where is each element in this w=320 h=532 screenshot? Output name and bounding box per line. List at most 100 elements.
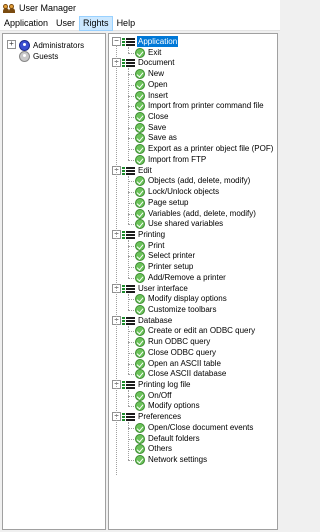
- checkmark-icon[interactable]: [135, 197, 145, 208]
- right-item[interactable]: Customize toolbars: [147, 304, 217, 315]
- right-item[interactable]: Save: [147, 122, 167, 133]
- right-item[interactable]: Open/Close document events: [147, 422, 254, 433]
- checkmark-icon[interactable]: [135, 187, 145, 198]
- right-item[interactable]: Lock/Unlock objects: [147, 186, 220, 197]
- right-item[interactable]: Add/Remove a printer: [147, 272, 227, 283]
- right-item[interactable]: Page setup: [147, 197, 189, 208]
- checkmark-icon[interactable]: [135, 358, 145, 369]
- right-item[interactable]: Close ODBC query: [147, 347, 217, 358]
- right-item[interactable]: Run ODBC query: [147, 336, 211, 347]
- checkmark-icon[interactable]: [135, 240, 145, 251]
- tree-connector: [128, 267, 134, 269]
- right-item-label: Others: [148, 444, 173, 454]
- rights-group-preferences[interactable]: Preferences: [137, 411, 182, 422]
- rights-group-database[interactable]: Database: [137, 315, 173, 326]
- checkmark-icon[interactable]: [135, 112, 145, 123]
- menu-help[interactable]: Help: [113, 16, 140, 31]
- right-item[interactable]: Import from printer command file: [147, 100, 265, 111]
- checkmark-icon[interactable]: [135, 347, 145, 358]
- checkmark-icon[interactable]: [135, 390, 145, 401]
- right-item[interactable]: Modify options: [147, 400, 201, 411]
- rights-group-label: Database: [138, 315, 173, 325]
- user-guest[interactable]: Guests: [32, 51, 59, 62]
- right-item[interactable]: Create or edit an ODBC query: [147, 325, 256, 336]
- right-item[interactable]: Export as a printer object file (POF): [147, 143, 274, 154]
- right-item[interactable]: Default folders: [147, 433, 201, 444]
- right-item[interactable]: Open an ASCII table: [147, 358, 222, 369]
- checkmark-icon[interactable]: [135, 101, 145, 112]
- checkmark-icon[interactable]: [135, 219, 145, 230]
- rights-group-printing[interactable]: Printing: [137, 229, 166, 240]
- checkmark-icon[interactable]: [135, 154, 145, 165]
- right-item[interactable]: Exit: [147, 47, 162, 58]
- checkmark-icon[interactable]: [135, 455, 145, 466]
- right-item[interactable]: On/Off: [147, 390, 172, 401]
- right-item[interactable]: Others: [147, 443, 173, 454]
- checkmark-icon[interactable]: [135, 337, 145, 348]
- checkmark-icon[interactable]: [135, 294, 145, 305]
- checkmark-icon[interactable]: [135, 69, 145, 80]
- tree-connector: [128, 95, 134, 97]
- tree-connector: [128, 256, 134, 258]
- checkmark-icon[interactable]: [135, 422, 145, 433]
- right-item[interactable]: Print: [147, 240, 165, 251]
- right-item[interactable]: Insert: [147, 90, 169, 101]
- user-admin[interactable]: Administrators: [32, 40, 85, 51]
- checkmark-icon[interactable]: [135, 326, 145, 337]
- right-item-label: Select printer: [148, 251, 196, 261]
- checkmark-icon[interactable]: [135, 144, 145, 155]
- menu-rights[interactable]: Rights: [79, 15, 113, 31]
- right-item[interactable]: Use shared variables: [147, 218, 224, 229]
- checkmark-icon[interactable]: [135, 176, 145, 187]
- rights-group-edit[interactable]: Edit: [137, 165, 153, 176]
- tree-connector: [128, 74, 134, 76]
- right-item[interactable]: Close ASCII database: [147, 368, 227, 379]
- tree-connector: [128, 460, 134, 462]
- checkmark-icon[interactable]: [135, 90, 145, 101]
- checkmark-icon[interactable]: [135, 79, 145, 90]
- right-item[interactable]: Open: [147, 79, 169, 90]
- checkmark-icon[interactable]: [135, 133, 145, 144]
- checkmark-icon[interactable]: [135, 305, 145, 315]
- rights-group-printing-log-file[interactable]: Printing log file: [137, 379, 191, 390]
- menu-application[interactable]: Application: [0, 16, 52, 31]
- right-item[interactable]: Import from FTP: [147, 154, 207, 165]
- right-item-label: Exit: [148, 47, 162, 57]
- tree-connector: [128, 175, 129, 225]
- right-item[interactable]: Network settings: [147, 454, 208, 465]
- rights-group-application[interactable]: Application: [137, 36, 179, 47]
- checkmark-icon[interactable]: [135, 47, 145, 58]
- right-item[interactable]: Close: [147, 111, 169, 122]
- rights-group-icon: [122, 380, 135, 390]
- checkmark-icon[interactable]: [135, 369, 145, 380]
- checkmark-icon[interactable]: [135, 208, 145, 219]
- rights-tree[interactable]: − Application Exit − Document New Open Insert Im…: [108, 33, 278, 530]
- right-item[interactable]: Printer setup: [147, 261, 194, 272]
- tree-connector: [128, 325, 129, 375]
- expand-plus-icon[interactable]: +: [7, 40, 16, 49]
- checkmark-icon[interactable]: [135, 401, 145, 412]
- rights-group-user-interface[interactable]: User interface: [137, 283, 189, 294]
- right-item-label: Open/Close document events: [148, 422, 254, 432]
- right-item[interactable]: New: [147, 68, 165, 79]
- tree-connector: [128, 374, 134, 376]
- right-item[interactable]: Objects (add, delete, modify): [147, 175, 251, 186]
- checkmark-icon[interactable]: [135, 444, 145, 455]
- tree-connector: [128, 68, 129, 160]
- right-item-label: Print: [148, 240, 165, 250]
- right-item[interactable]: Select printer: [147, 250, 196, 261]
- right-item[interactable]: Variables (add, delete, modify): [147, 208, 257, 219]
- right-item[interactable]: Save as: [147, 132, 178, 143]
- menu-user[interactable]: User: [52, 16, 79, 31]
- right-item-label: Modify options: [148, 401, 200, 411]
- tree-connector: [128, 299, 134, 301]
- checkmark-icon[interactable]: [135, 272, 145, 283]
- checkmark-icon[interactable]: [135, 122, 145, 133]
- checkmark-icon[interactable]: [135, 251, 145, 262]
- rights-group-document[interactable]: Document: [137, 57, 175, 68]
- users-tree[interactable]: + Administrators Guests: [2, 33, 106, 530]
- tree-connector: [128, 342, 134, 344]
- right-item[interactable]: Modify display options: [147, 293, 228, 304]
- checkmark-icon[interactable]: [135, 262, 145, 273]
- checkmark-icon[interactable]: [135, 433, 145, 444]
